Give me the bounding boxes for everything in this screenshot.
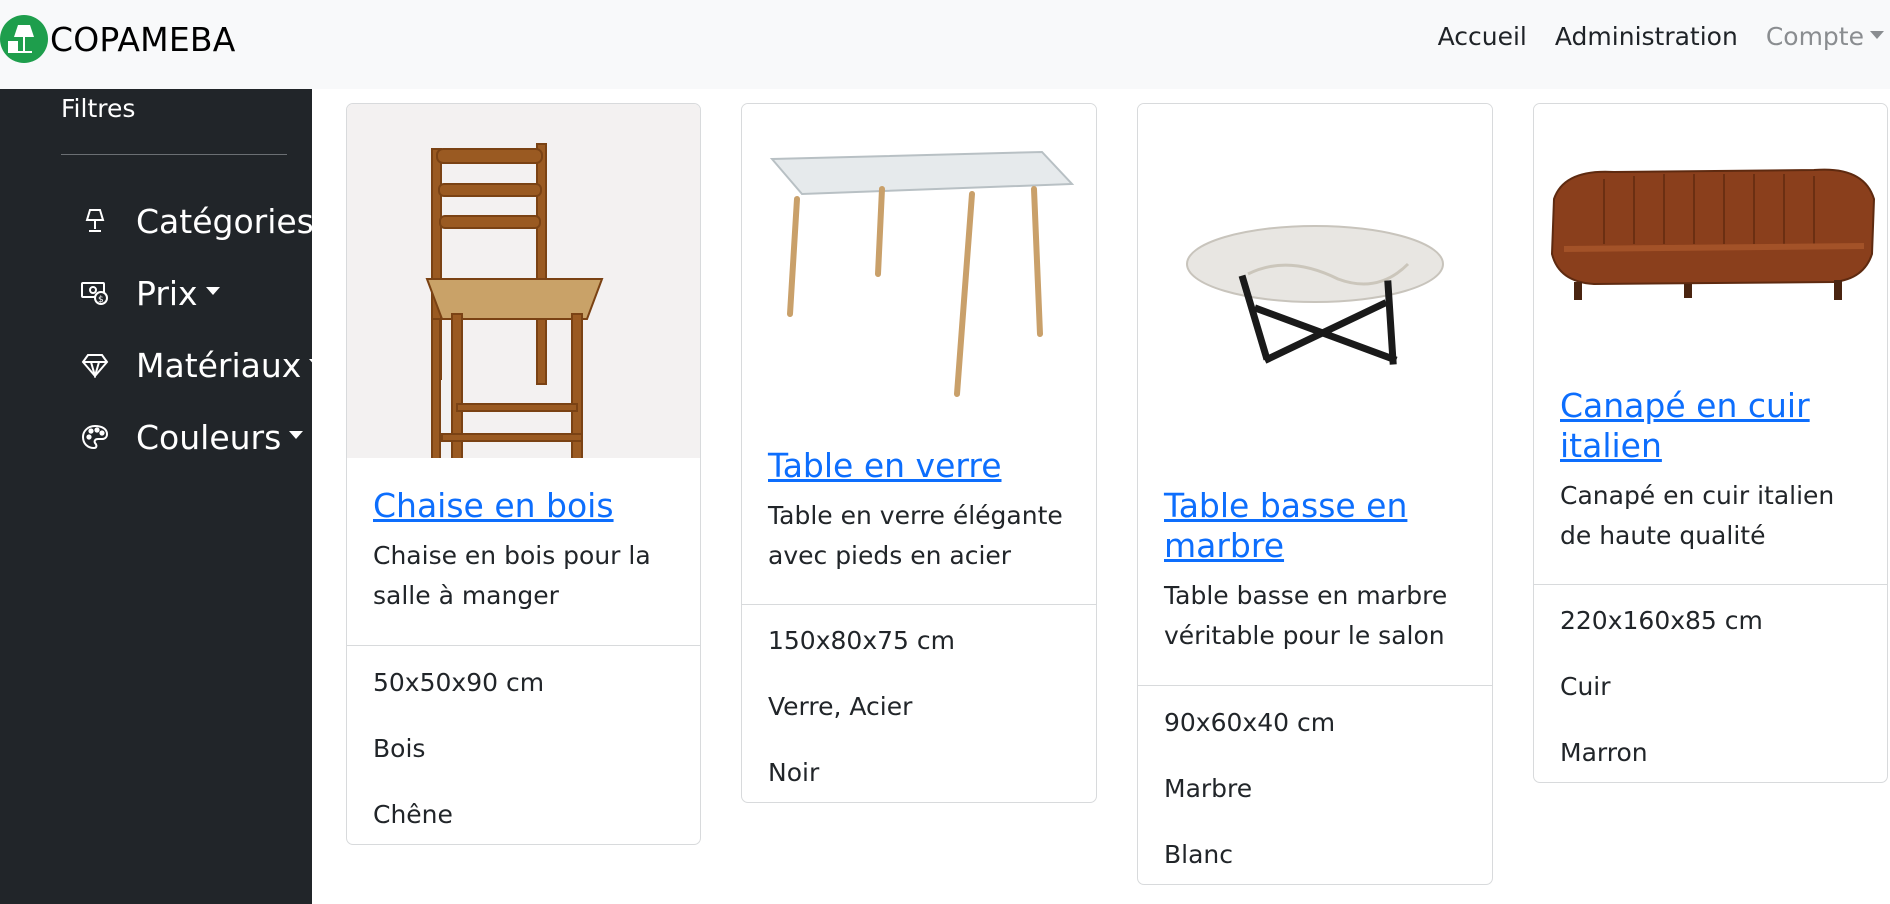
product-description: Canapé en cuir italien de haute qualité [1560,481,1835,550]
glass-table-image [742,104,1096,424]
product-title-link[interactable]: Table en verre [768,446,1002,486]
product-dimensions: 150x80x75 cm [768,626,955,655]
nav-account-label: Compte [1765,22,1864,51]
filter-label: Prix [136,273,198,313]
money-icon: $ [78,276,112,310]
chevron-down-icon [1870,31,1884,39]
nav-home-link[interactable]: Accueil [1438,22,1527,51]
palette-icon [78,420,112,454]
chevron-down-icon [309,359,312,367]
diamond-icon [78,348,112,382]
filter-label: Catégories [136,201,312,241]
product-color: Marron [1560,738,1648,767]
lamp-icon [78,204,112,238]
sidebar-title: Filtres [61,94,136,123]
brand[interactable]: COPAMEBA [0,14,236,64]
product-color: Chêne [373,800,453,829]
card-divider [742,604,1096,605]
product-title-link[interactable]: Table basse en marbre [1164,486,1464,566]
nav-links: Accueil Administration Compte [1410,22,1884,51]
chevron-down-icon [289,431,304,439]
product-description: Table en verre élégante avec pieds en ac… [768,501,1063,570]
product-color: Noir [768,758,820,787]
card-divider [1534,584,1887,585]
brand-name[interactable]: COPAMEBA [50,20,236,59]
chevron-down-icon [205,287,220,295]
product-card: Chaise en bois Chaise en bois pour la sa… [346,103,701,845]
product-material: Marbre [1164,774,1253,803]
lamp-logo-icon [0,15,48,63]
product-dimensions: 220x160x85 cm [1560,606,1763,635]
product-dimensions: 50x50x90 cm [373,668,545,697]
filter-colors[interactable]: Couleurs [78,412,304,462]
nav-admin-link[interactable]: Administration [1555,22,1738,51]
nav-account-dropdown[interactable]: Compte [1766,22,1884,51]
product-material: Verre, Acier [768,692,913,721]
filter-price[interactable]: $ Prix [78,268,220,318]
product-title-link[interactable]: Chaise en bois [373,486,614,526]
filter-materials[interactable]: Matériaux [78,340,312,390]
top-navbar: COPAMEBA Accueil Administration Compte [0,0,1890,89]
filter-categories[interactable]: Catégories [78,196,312,246]
sidebar-divider [61,154,287,155]
filter-label: Couleurs [136,417,282,457]
marble-coffee-table-image [1138,104,1492,464]
product-material: Bois [373,734,426,763]
product-title-link[interactable]: Canapé en cuir italien [1560,386,1870,466]
card-divider [347,645,700,646]
card-divider [1138,685,1492,686]
product-card: Table en verre Table en verre élégante a… [741,103,1097,803]
wooden-chair-image [347,104,700,495]
product-description: Chaise en bois pour la salle à manger [373,541,651,610]
product-material: Cuir [1560,672,1611,701]
svg-text:$: $ [98,295,104,305]
product-color: Blanc [1164,840,1234,869]
leather-sofa-image [1534,104,1887,384]
product-card: Canapé en cuir italien Canapé en cuir it… [1533,103,1888,783]
product-dimensions: 90x60x40 cm [1164,708,1336,737]
filters-sidebar: Filtres Catégories $ Prix Matériaux Coul… [0,89,312,904]
filter-label: Matériaux [136,345,302,385]
product-card: Table basse en marbre Table basse en mar… [1137,103,1493,885]
product-description: Table basse en marbre véritable pour le … [1164,581,1448,650]
